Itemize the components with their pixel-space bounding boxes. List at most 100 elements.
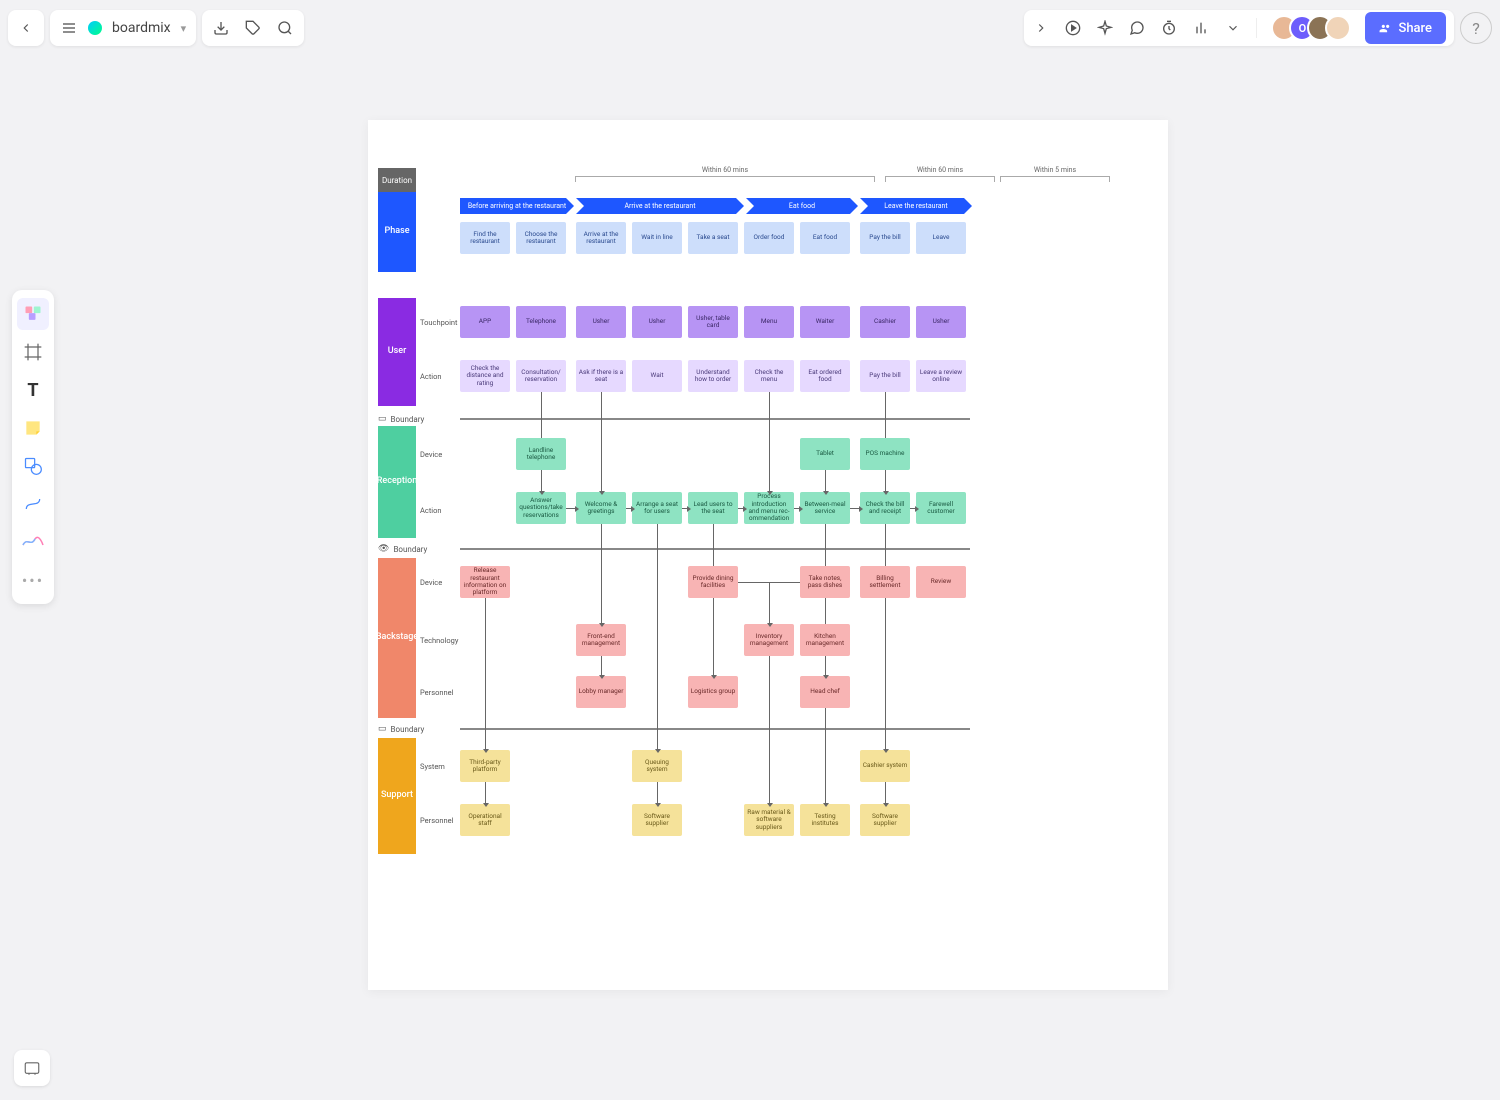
canvas[interactable]: Duration Within 60 mins Within 60 mins With… — [368, 120, 1168, 990]
support-system-box[interactable]: Third-party platform — [460, 750, 510, 782]
user-action-box[interactable]: Consultation/ reservation — [516, 360, 566, 392]
user-action-box[interactable]: Pay the bill — [860, 360, 910, 392]
backstage-device-box[interactable]: Take notes, pass dishes — [800, 566, 850, 598]
lane-support[interactable]: Support — [378, 738, 416, 854]
reception-device-box[interactable]: Tablet — [800, 438, 850, 470]
chevron-right-icon[interactable] — [1032, 19, 1050, 37]
sublabel-system[interactable]: System — [420, 762, 460, 771]
reception-action-box[interactable]: Arrange a seat for users — [632, 492, 682, 524]
backstage-personnel-box[interactable]: Lobby manager — [576, 676, 626, 708]
phase-arrow[interactable]: Arrive at the restaurant — [576, 198, 744, 214]
boundary-label[interactable]: Boundary — [378, 414, 424, 424]
reception-action-box[interactable]: Between-meal service — [800, 492, 850, 524]
reception-action-box[interactable]: Lead users to the seat — [688, 492, 738, 524]
backstage-device-box[interactable]: Review — [916, 566, 966, 598]
lane-reception[interactable]: Reception — [378, 426, 416, 538]
sublabel-personnel[interactable]: Personnel — [420, 688, 460, 697]
text-tool[interactable]: T — [17, 374, 49, 406]
duration-bracket[interactable] — [1000, 176, 1110, 182]
user-action-box[interactable]: Leave a review online — [916, 360, 966, 392]
phase-arrow[interactable]: Before arriving at the restaurant — [460, 198, 574, 214]
step-box[interactable]: Arrive at the restaurant — [576, 222, 626, 254]
more-icon[interactable] — [1224, 19, 1242, 37]
reception-action-box[interactable]: Farewell customer — [916, 492, 966, 524]
sparkle-icon[interactable] — [1096, 19, 1114, 37]
step-box[interactable]: Pay the bill — [860, 222, 910, 254]
touchpoint-box[interactable]: Usher — [916, 306, 966, 338]
boundary-line[interactable] — [460, 728, 970, 730]
timer-icon[interactable] — [1160, 19, 1178, 37]
sublabel-action[interactable]: Action — [420, 506, 460, 515]
download-icon[interactable] — [212, 19, 230, 37]
back-button[interactable] — [8, 10, 44, 46]
reception-device-box[interactable]: Landline telephone — [516, 438, 566, 470]
support-system-box[interactable]: Queuing system — [632, 750, 682, 782]
touchpoint-box[interactable]: Waiter — [800, 306, 850, 338]
chevron-down-icon[interactable]: ▾ — [181, 22, 187, 35]
layers-button[interactable] — [14, 1050, 50, 1086]
step-box[interactable]: Wait in line — [632, 222, 682, 254]
phase-arrow[interactable]: Eat food — [746, 198, 858, 214]
duration-label[interactable]: Within 60 mins — [885, 166, 995, 174]
touchpoint-box[interactable]: Menu — [744, 306, 794, 338]
backstage-device-box[interactable]: Release restaurant information on platfo… — [460, 566, 510, 598]
help-button[interactable]: ? — [1460, 12, 1492, 44]
duration-header[interactable]: Duration — [378, 168, 416, 192]
support-personnel-box[interactable]: Raw material & software suppliers — [744, 804, 794, 836]
templates-tool[interactable] — [17, 298, 49, 330]
touchpoint-box[interactable]: Usher, table card — [688, 306, 738, 338]
user-action-box[interactable]: Check the distance and rating — [460, 360, 510, 392]
tag-icon[interactable] — [244, 19, 262, 37]
comment-icon[interactable] — [1128, 19, 1146, 37]
step-box[interactable]: Find the restaurant — [460, 222, 510, 254]
connector-tool[interactable] — [17, 488, 49, 520]
sublabel-device[interactable]: Device — [420, 450, 460, 459]
avatar[interactable] — [1325, 15, 1351, 41]
backstage-personnel-box[interactable]: Head chef — [800, 676, 850, 708]
step-box[interactable]: Choose the restaurant — [516, 222, 566, 254]
reception-action-box[interactable]: Process introduction and menu rec- ommen… — [744, 492, 794, 524]
frame-tool[interactable] — [17, 336, 49, 368]
sticky-tool[interactable] — [17, 412, 49, 444]
phase-arrow[interactable]: Leave the restaurant — [860, 198, 972, 214]
service-blueprint-diagram[interactable]: Duration Within 60 mins Within 60 mins With… — [368, 120, 1168, 990]
user-action-box[interactable]: Eat ordered food — [800, 360, 850, 392]
support-personnel-box[interactable]: Operational staff — [460, 804, 510, 836]
step-box[interactable]: Order food — [744, 222, 794, 254]
reception-action-box[interactable]: Answer questions/take reservations — [516, 492, 566, 524]
more-tool[interactable]: ••• — [17, 564, 49, 596]
user-action-box[interactable]: Wait — [632, 360, 682, 392]
user-action-box[interactable]: Ask if there is a seat — [576, 360, 626, 392]
sublabel-action[interactable]: Action — [420, 372, 460, 381]
shape-tool[interactable] — [17, 450, 49, 482]
lane-phase[interactable]: Phase — [378, 192, 416, 272]
sublabel-personnel[interactable]: Personnel — [420, 816, 460, 825]
backstage-tech-box[interactable]: Kitchen management — [800, 624, 850, 656]
sublabel-technology[interactable]: Technology — [420, 636, 460, 645]
step-box[interactable]: Leave — [916, 222, 966, 254]
menu-icon[interactable] — [60, 19, 78, 37]
step-box[interactable]: Eat food — [800, 222, 850, 254]
line-tool[interactable] — [17, 526, 49, 558]
touchpoint-box[interactable]: Cashier — [860, 306, 910, 338]
backstage-personnel-box[interactable]: Logistics group — [688, 676, 738, 708]
reception-device-box[interactable]: POS machine — [860, 438, 910, 470]
lane-user[interactable]: User — [378, 298, 416, 406]
touchpoint-box[interactable]: Telephone — [516, 306, 566, 338]
reception-action-box[interactable]: Welcome & greetings — [576, 492, 626, 524]
boundary-label[interactable]: Boundary — [378, 724, 424, 734]
support-personnel-box[interactable]: Software supplier — [632, 804, 682, 836]
duration-label[interactable]: Within 5 mins — [1000, 166, 1110, 174]
backstage-tech-box[interactable]: Front-end management — [576, 624, 626, 656]
touchpoint-box[interactable]: Usher — [632, 306, 682, 338]
boundary-line[interactable] — [460, 548, 970, 550]
support-personnel-box[interactable]: Testing institutes — [800, 804, 850, 836]
boundary-line[interactable] — [460, 418, 970, 420]
duration-label[interactable]: Within 60 mins — [575, 166, 875, 174]
duration-bracket[interactable] — [885, 176, 995, 182]
reception-action-box[interactable]: Check the bill and receipt — [860, 492, 910, 524]
duration-bracket[interactable] — [575, 176, 875, 182]
touchpoint-box[interactable]: APP — [460, 306, 510, 338]
touchpoint-box[interactable]: Usher — [576, 306, 626, 338]
backstage-device-box[interactable]: Provide dining facilities — [688, 566, 738, 598]
